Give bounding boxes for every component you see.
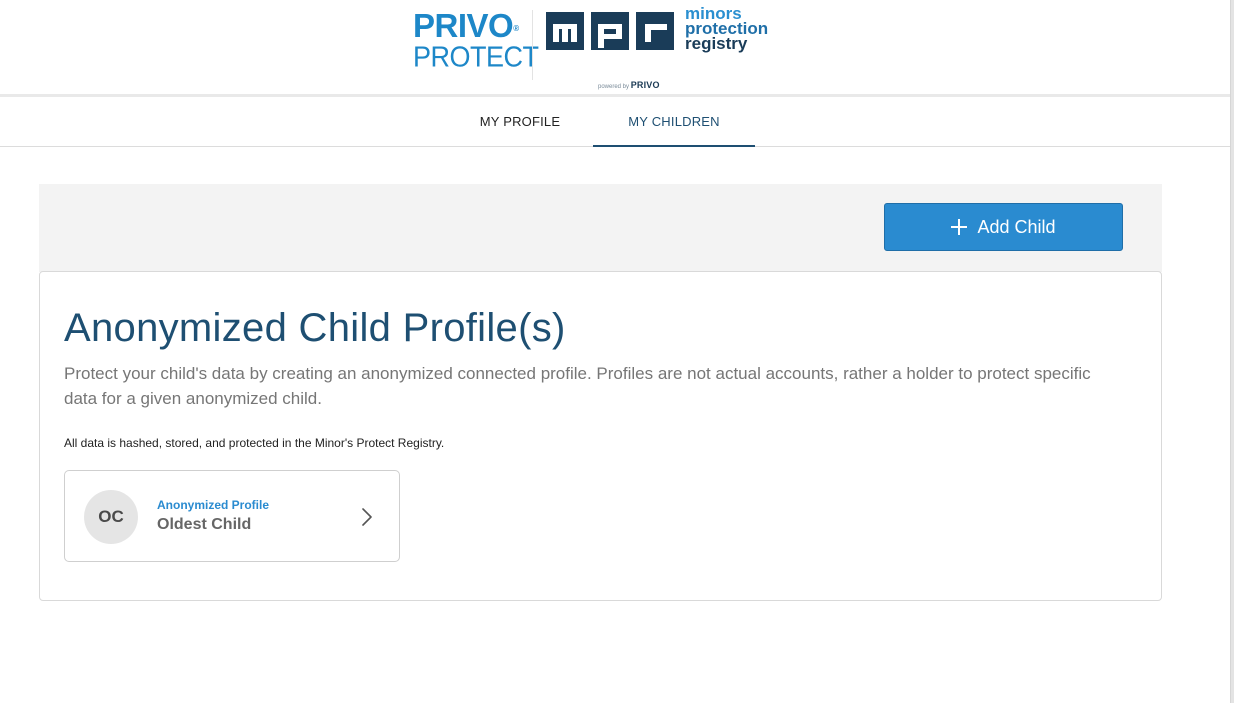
profile-type-label: Anonymized Profile xyxy=(157,498,270,512)
add-child-label: Add Child xyxy=(977,216,1056,237)
section-description: Protect your child's data by creating an… xyxy=(64,364,1091,408)
registry-note: All data is hashed, stored, and protecte… xyxy=(64,436,445,450)
children-toolbar: Add Child xyxy=(39,184,1162,272)
powered-by-privo: powered by PRIVO xyxy=(598,80,660,90)
tab-my-profile[interactable]: MY PROFILE xyxy=(465,97,575,146)
privo-logo-line1: PRIVO xyxy=(413,7,514,44)
profile-name: Oldest Child xyxy=(157,516,252,533)
child-profiles-card: Anonymized Child Profile(s) Protect your… xyxy=(39,271,1162,601)
mpr-logo-text[interactable]: minors protection registry xyxy=(685,5,768,53)
logo-divider xyxy=(532,10,533,80)
chevron-right-icon xyxy=(362,508,372,526)
main-nav: MY PROFILE MY CHILDREN xyxy=(0,97,1230,147)
registered-mark: ® xyxy=(513,24,519,33)
mpr-logo-mark xyxy=(546,12,674,50)
window-scrollbar[interactable] xyxy=(1230,0,1234,703)
child-profile-item[interactable]: OC Anonymized Profile Oldest Child xyxy=(64,470,400,562)
page-title: Anonymized Child Profile(s) xyxy=(64,306,566,350)
plus-icon xyxy=(951,219,968,235)
site-header: PRIVO® PROTECT powered by PRIVO minors p… xyxy=(0,0,1230,97)
avatar: OC xyxy=(84,490,138,544)
add-child-button[interactable]: Add Child xyxy=(884,203,1123,251)
mpr-logo-line3: registry xyxy=(685,34,748,53)
tab-my-children[interactable]: MY CHILDREN xyxy=(593,97,755,147)
privo-logo-line2: PROTECT xyxy=(413,41,539,73)
privo-protect-logo[interactable]: PRIVO® PROTECT xyxy=(413,7,539,76)
